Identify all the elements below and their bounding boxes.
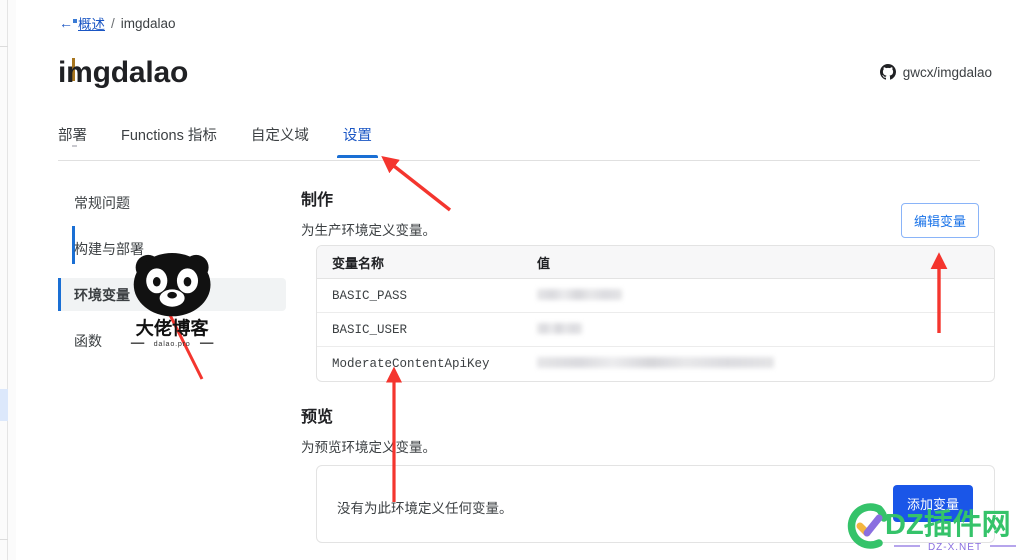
panel-rule-bottom: [0, 539, 8, 540]
panel-rule-top: [0, 46, 8, 47]
edit-variables-button[interactable]: 编辑变量: [900, 203, 979, 238]
redacted-value: [537, 288, 622, 300]
preview-title: 预览: [301, 409, 334, 426]
tab-settings[interactable]: 设置: [336, 124, 378, 158]
preview-empty-message: 没有为此环境定义任何变量。: [337, 501, 513, 516]
production-description: 为生产环境定义变量。: [301, 223, 436, 238]
add-variable-button[interactable]: 添加变量: [892, 485, 973, 522]
sidebar-item-general[interactable]: 常规问题: [58, 186, 286, 219]
left-edge-panel-strip: [0, 0, 16, 560]
repository-link[interactable]: gwcx/imgdalao: [879, 64, 992, 80]
panel-selected-row-fragment: [0, 389, 8, 421]
variable-name: BASIC_USER: [332, 322, 408, 337]
redacted-value: [537, 357, 774, 368]
table-row[interactable]: ModerateContentApiKey: [317, 347, 994, 381]
dz-watermark-subtitle: DZ-X.NET: [928, 542, 982, 553]
production-section: 制作 为生产环境定义变量。 编辑变量: [301, 186, 980, 239]
production-title: 制作: [301, 192, 334, 209]
preview-empty-card: 没有为此环境定义任何变量。 添加变量: [316, 465, 995, 543]
variable-value: [532, 321, 994, 339]
sidebar-item-build-deploy[interactable]: 构建与部署: [58, 232, 286, 265]
tab-bar: 部署 Functions 指标 自定义域 设置: [58, 124, 406, 158]
breadcrumb-current: imgdalao: [120, 15, 176, 31]
panel-divider: [7, 0, 8, 560]
tab-deployments[interactable]: 部署: [58, 124, 87, 157]
environment-variables-table: 变量名称 值 BASIC_PASS BASIC_USER ModerateCon…: [316, 245, 995, 382]
settings-sidebar: 常规问题 构建与部署 环境变量 函数: [58, 186, 286, 370]
preview-section: 预览 为预览环境定义变量。: [301, 403, 980, 456]
variable-name: BASIC_PASS: [332, 288, 408, 303]
breadcrumb: ← 概述 / imgdalao: [59, 13, 176, 33]
github-icon: [879, 64, 896, 80]
table-row[interactable]: BASIC_USER: [317, 313, 994, 347]
variable-value: [532, 355, 994, 373]
table-header-row: 变量名称 值: [317, 246, 994, 279]
page-title: imgdalao: [58, 56, 189, 89]
sidebar-item-environment-variables[interactable]: 环境变量: [58, 278, 286, 311]
variable-value: [532, 287, 994, 305]
breadcrumb-separator: /: [111, 15, 115, 31]
page-content: ← 概述 / imgdalao imgdalao gwcx/imgdalao 部…: [16, 0, 1023, 560]
screenshot-root: ← 概述 / imgdalao imgdalao gwcx/imgdalao 部…: [0, 0, 1023, 560]
variable-name: ModerateContentApiKey: [332, 357, 490, 371]
table-row[interactable]: BASIC_PASS: [317, 279, 994, 313]
tab-custom-domain[interactable]: 自定义域: [251, 124, 309, 157]
column-header-value: 值: [537, 255, 551, 271]
sidebar-item-functions[interactable]: 函数: [58, 324, 286, 357]
redacted-value: [537, 322, 582, 334]
repository-name: gwcx/imgdalao: [902, 64, 992, 80]
tab-functions-metrics[interactable]: Functions 指标: [121, 124, 217, 157]
arrow-left-icon: ←: [59, 15, 73, 31]
column-header-name: 变量名称: [332, 255, 385, 271]
tab-bar-divider: [58, 160, 980, 161]
breadcrumb-overview-link[interactable]: 概述: [78, 13, 105, 33]
preview-description: 为预览环境定义变量。: [301, 440, 436, 455]
